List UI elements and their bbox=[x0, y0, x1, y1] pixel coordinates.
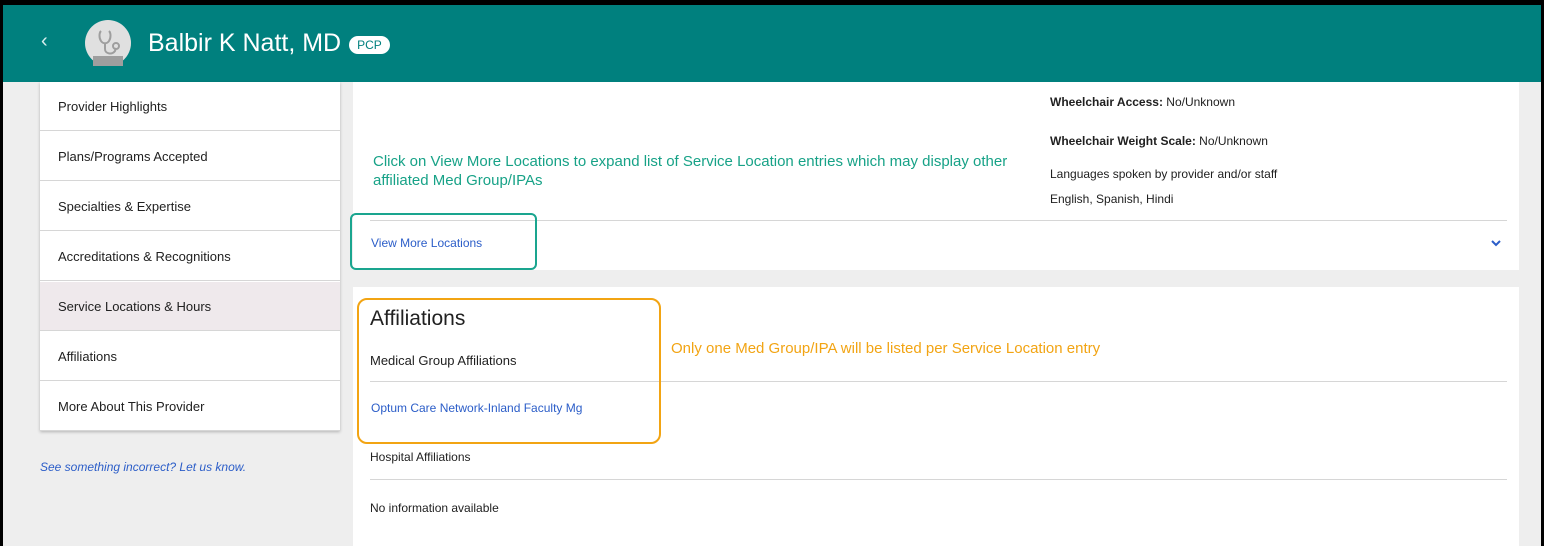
nav-item-more-about[interactable]: More About This Provider bbox=[40, 382, 340, 431]
section-nav: Provider Highlights Plans/Programs Accep… bbox=[40, 82, 340, 431]
nav-item-label: More About This Provider bbox=[58, 398, 205, 414]
languages-label: Languages spoken by provider and/or staf… bbox=[1050, 167, 1278, 181]
nav-item-accreditations[interactable]: Accreditations & Recognitions bbox=[40, 232, 340, 281]
hospital-affiliations-value: No information available bbox=[370, 501, 499, 515]
screenshot-frame: ‹ Balbir K Natt, MD PCP Provider Highlig… bbox=[0, 0, 1544, 546]
callout-box-view-more bbox=[350, 213, 537, 270]
divider bbox=[370, 479, 1507, 480]
annotation-med-group: Only one Med Group/IPA will be listed pe… bbox=[671, 340, 1101, 357]
wheelchair-scale-value: No/Unknown bbox=[1199, 134, 1268, 148]
nav-item-label: Specialties & Expertise bbox=[58, 198, 191, 214]
wheelchair-scale-label: Wheelchair Weight Scale: bbox=[1050, 134, 1196, 148]
wheelchair-access-value: No/Unknown bbox=[1166, 95, 1235, 109]
hospital-affiliations-label: Hospital Affiliations bbox=[370, 450, 471, 464]
wheelchair-access: Wheelchair Access: No/Unknown bbox=[1050, 95, 1235, 109]
nav-item-specialties[interactable]: Specialties & Expertise bbox=[40, 182, 340, 231]
wheelchair-weight-scale: Wheelchair Weight Scale: No/Unknown bbox=[1050, 134, 1268, 148]
provider-name: Balbir K Natt, MD bbox=[148, 28, 342, 57]
languages-value: English, Spanish, Hindi bbox=[1050, 192, 1174, 206]
nav-item-label: Plans/Programs Accepted bbox=[58, 148, 208, 164]
nav-item-label: Service Locations & Hours bbox=[58, 298, 212, 314]
nav-item-service-locations[interactable]: Service Locations & Hours bbox=[40, 282, 340, 331]
chevron-down-icon[interactable] bbox=[1490, 237, 1502, 249]
nav-item-label: Affiliations bbox=[58, 348, 118, 364]
provider-header: ‹ Balbir K Natt, MD PCP bbox=[3, 5, 1541, 82]
annotation-view-more: Click on View More Locations to expand l… bbox=[373, 153, 1008, 189]
nav-item-affiliations[interactable]: Affiliations bbox=[40, 332, 340, 381]
callout-box-affiliations bbox=[357, 298, 661, 444]
divider bbox=[370, 220, 1507, 221]
nav-item-label: Provider Highlights bbox=[58, 98, 168, 114]
chevron-left-icon[interactable]: ‹ bbox=[41, 31, 48, 51]
wheelchair-access-label: Wheelchair Access: bbox=[1050, 95, 1163, 109]
page-title: Balbir K Natt, MD PCP bbox=[148, 23, 390, 63]
pcp-badge: PCP bbox=[349, 35, 390, 54]
nav-item-provider-highlights[interactable]: Provider Highlights bbox=[40, 82, 340, 131]
stethoscope-icon bbox=[85, 20, 131, 66]
nav-item-plans-programs[interactable]: Plans/Programs Accepted bbox=[40, 132, 340, 181]
feedback-link[interactable]: See something incorrect? Let us know. bbox=[40, 460, 246, 474]
nav-item-label: Accreditations & Recognitions bbox=[58, 248, 231, 264]
